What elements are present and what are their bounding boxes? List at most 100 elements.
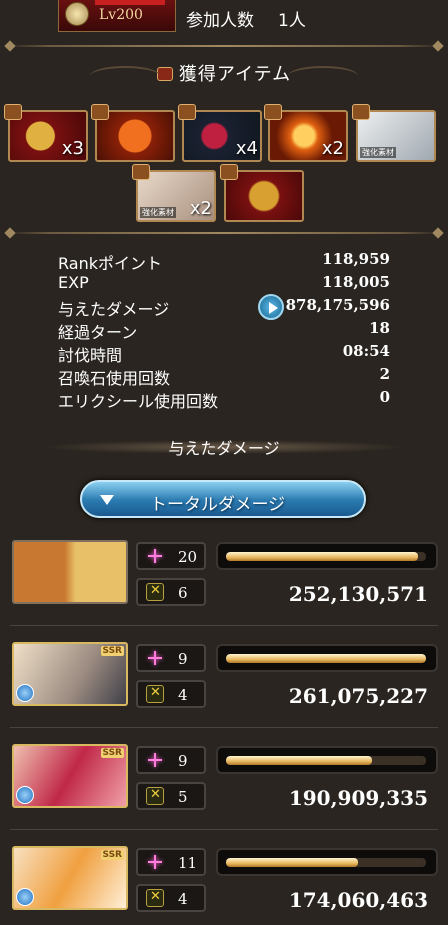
damage-value: 190,909,335 [288,786,428,810]
damage-value: 261,075,227 [288,684,428,708]
character-portrait[interactable]: SSR [12,846,128,910]
damage-bar [216,644,438,672]
stat-row: 召喚石使用回数 2 [58,363,390,388]
bar-track [226,756,426,765]
chest-badge-icon [4,104,22,120]
bar-fill [226,654,426,663]
ornament [90,66,160,86]
damage-section-title: 与えたダメージ [0,430,448,460]
ornament [288,66,358,86]
divider [10,829,438,830]
crossed-swords-icon [146,787,164,805]
stat-row: Rankポイント 118,959 [58,248,390,273]
charge-count-box: 4 [136,884,206,912]
sparkle-icon [148,855,162,869]
battle-stats: Rankポイント 118,959 EXP 118,005 与えたダメージ 878… [58,248,390,411]
item-tag: 強化素材 [360,147,396,158]
participants: 参加人数 1人 [186,6,306,31]
water-element-icon [16,786,34,804]
stat-row: EXP 118,005 [58,271,390,294]
stat-value: 118,959 [322,250,390,268]
ability-count-box: 9 [136,746,206,774]
damage-value: 252,130,571 [288,582,428,606]
character-portrait[interactable]: SSR [12,642,128,706]
divider [6,45,442,47]
damage-bar [216,746,438,774]
chest-badge-icon [178,104,196,120]
stat-value: 118,005 [322,273,390,291]
stat-value: 2 [379,365,390,383]
item-qty: x3 [61,138,84,159]
stat-value: 878,175,596 [285,296,390,314]
stat-label: EXP [58,273,89,292]
coin-icon [65,2,89,26]
flame-orb-item[interactable]: x2 [264,104,348,162]
crossed-swords-icon [146,583,164,601]
character-portrait[interactable] [12,540,128,604]
stat-value: 0 [379,388,390,406]
ability-count-box: 20 [136,542,206,570]
gold-medal-item[interactable]: x3 [4,104,88,162]
stat-row: エリクシール使用回数 0 [58,386,390,411]
bar-fill [226,552,418,561]
boss-name-banner [95,0,165,5]
chest-badge-icon [264,104,282,120]
crossed-swords-icon [146,685,164,703]
damage-value: 174,060,463 [288,888,428,912]
chest-badge-icon [91,104,109,120]
chevron-down-icon [100,495,114,505]
participants-count: 1人 [278,11,306,31]
water-element-icon [16,888,34,906]
water-element-icon [16,684,34,702]
character-card-item[interactable]: 強化素材 x2 [132,164,216,222]
chest-badge-icon [220,164,238,180]
bar-fill [226,756,372,765]
damage-bar [216,848,438,876]
bar-track [226,858,426,867]
sparkle-icon [148,549,162,563]
stat-value: 18 [369,319,390,337]
silver-weapon-item[interactable]: 強化素材 [352,104,436,162]
ssr-badge: SSR [100,748,124,758]
stat-row: 経過ターン 18 [58,317,390,342]
stat-row: 討伐時間 08:54 [58,340,390,365]
sparkle-icon [148,651,162,665]
item-tag: 強化素材 [140,207,176,218]
charge-count-box: 6 [136,578,206,606]
gold-coin-item[interactable] [220,164,304,222]
header: Lv200 参加人数 1人 [0,0,448,34]
boss-level: Lv200 [99,7,143,23]
total-damage-button[interactable]: トータルダメージ [80,480,366,518]
ssr-badge: SSR [100,850,124,860]
divider [6,232,442,234]
stat-value: 08:54 [342,342,390,360]
divider [10,727,438,728]
character-portrait[interactable]: SSR [12,744,128,808]
ssr-badge: SSR [100,646,124,656]
stat-row: 与えたダメージ 878,175,596 [58,294,390,320]
items-section-title: 獲得アイテム [0,60,448,90]
total-damage-label: トータルダメージ [150,495,286,515]
charge-count-box: 5 [136,782,206,810]
stat-label: エリクシール使用回数 [58,392,219,411]
bar-fill [226,858,358,867]
divider [10,625,438,626]
bar-track [226,654,426,663]
red-crystal-item[interactable]: x4 [178,104,262,162]
boss-thumbnail: Lv200 [58,0,176,32]
ability-count-box: 11 [136,848,206,876]
bar-track [226,552,426,561]
sparkle-icon [148,753,162,767]
ability-count-box: 9 [136,644,206,672]
crossed-swords-icon [146,889,164,907]
red-book-item[interactable] [91,104,175,162]
item-qty: x4 [235,138,258,159]
damage-bar [216,542,438,570]
party-member: SSR 11 4 174,060,463 [0,846,448,925]
charge-count-box: 4 [136,680,206,708]
participants-label: 参加人数 [186,11,254,31]
item-qty: x2 [321,138,344,159]
chest-badge-icon [352,104,370,120]
chest-badge-icon [132,164,150,180]
item-qty: x2 [189,198,212,219]
